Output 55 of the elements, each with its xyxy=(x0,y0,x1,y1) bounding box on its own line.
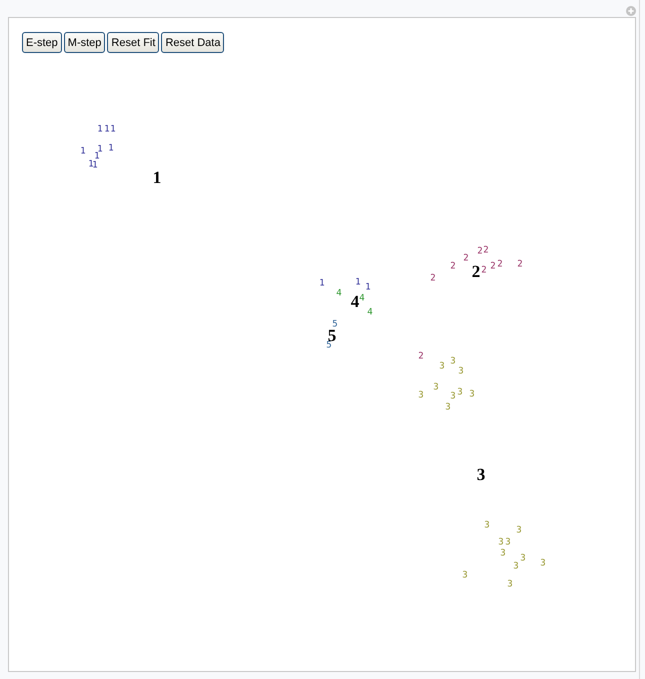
point-label: 2 xyxy=(430,274,436,284)
point-label: 1 xyxy=(104,126,110,134)
point-label: 3 xyxy=(540,560,546,568)
point-label: 3 xyxy=(484,522,490,530)
point-label: 1 xyxy=(365,284,371,292)
point-label: 3 xyxy=(433,384,439,392)
centroid-label: 4 xyxy=(350,294,360,310)
point-label: 1 xyxy=(110,126,116,134)
point-label: 1 xyxy=(92,162,98,170)
point-label: 3 xyxy=(445,404,451,412)
point-label: 4 xyxy=(359,294,365,304)
centroid-label: 3 xyxy=(476,467,486,483)
point-label: 3 xyxy=(462,572,468,580)
point-label: 1 xyxy=(319,280,325,288)
point-label: 3 xyxy=(457,388,463,398)
point-label: 3 xyxy=(418,392,424,400)
toolbar-button[interactable]: Reset Fit xyxy=(107,32,160,53)
point-label: 3 xyxy=(469,390,475,400)
point-label: 2 xyxy=(463,254,469,264)
point-label: 2 xyxy=(483,246,489,256)
point-label: 1 xyxy=(355,278,361,288)
point-label: 4 xyxy=(336,290,342,298)
point-label: 3 xyxy=(450,358,456,366)
point-label: 3 xyxy=(507,580,513,590)
point-label: 1 xyxy=(97,126,103,134)
point-label: 1 xyxy=(97,146,103,154)
point-label: 2 xyxy=(517,260,523,270)
point-label: 5 xyxy=(332,320,338,330)
point-label: 3 xyxy=(458,368,464,376)
point-label: 1 xyxy=(108,144,114,154)
add-icon[interactable] xyxy=(626,6,636,16)
centroid-label: 2 xyxy=(472,264,480,280)
point-label: 1 xyxy=(80,148,86,156)
point-label: 4 xyxy=(367,308,373,318)
point-label: 5 xyxy=(326,342,332,350)
point-label: 1 xyxy=(94,152,100,162)
point-label: 3 xyxy=(516,526,522,536)
point-label: 2 xyxy=(497,260,503,270)
point-label: 2 xyxy=(418,352,424,362)
toolbar-button[interactable]: Reset Data xyxy=(161,32,224,53)
point-label: 2 xyxy=(450,262,456,272)
point-label: 1 xyxy=(88,160,94,170)
point-label: 3 xyxy=(513,562,519,572)
toolbar-button[interactable]: E-step xyxy=(22,32,62,53)
point-label: 2 xyxy=(481,266,487,276)
point-label: 3 xyxy=(439,362,445,372)
point-label: 3 xyxy=(498,538,504,548)
point-label: 3 xyxy=(505,538,511,548)
point-label: 3 xyxy=(520,554,526,564)
point-label: 2 xyxy=(490,262,496,272)
point-label: 3 xyxy=(450,392,456,402)
point-label: 2 xyxy=(477,248,483,256)
toolbar-button[interactable]: M-step xyxy=(64,32,106,53)
centroid-label: 1 xyxy=(152,170,162,186)
point-label: 3 xyxy=(500,550,506,558)
